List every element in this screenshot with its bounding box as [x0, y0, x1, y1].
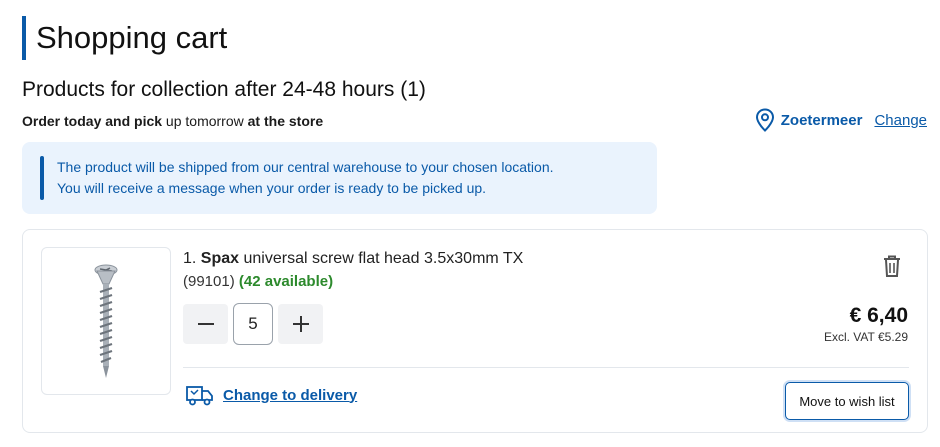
- change-store-link[interactable]: Change: [874, 112, 927, 129]
- item-price: € 6,40: [849, 304, 908, 327]
- move-to-wish-list-button[interactable]: Move to wish list: [785, 382, 909, 420]
- quantity-input[interactable]: 5: [233, 303, 273, 345]
- page-title: Shopping cart: [22, 16, 227, 60]
- info-line-1: The product will be shipped from our cen…: [57, 159, 554, 175]
- price-excl-vat: Excl. VAT €5.29: [823, 330, 908, 344]
- info-message: The product will be shipped from our cen…: [22, 142, 657, 214]
- pickup-text-bold-2: at the store: [247, 113, 324, 129]
- change-to-delivery[interactable]: Change to delivery: [185, 383, 357, 407]
- pickup-info: Order today and pick up tomorrow at the …: [22, 112, 323, 130]
- quantity-stepper: 5: [183, 303, 323, 345]
- location-pin-icon: [755, 108, 774, 132]
- change-to-delivery-link[interactable]: Change to delivery: [223, 387, 357, 404]
- cart-item-card: 1. Spax universal screw flat head 3.5x30…: [22, 229, 928, 433]
- minus-icon: [197, 323, 214, 325]
- trash-icon[interactable]: [881, 254, 903, 278]
- pickup-text-normal: up tomorrow: [162, 113, 248, 129]
- product-name: universal screw flat head 3.5x30mm TX: [239, 250, 524, 267]
- product-title[interactable]: 1. Spax universal screw flat head 3.5x30…: [183, 248, 523, 270]
- pickup-text-bold-1: Order today and pick: [22, 113, 163, 129]
- info-line-2: You will receive a message when your ord…: [57, 180, 487, 196]
- availability-status: (42 available): [238, 273, 334, 290]
- decrease-quantity-button[interactable]: [183, 304, 228, 344]
- item-index: 1.: [183, 250, 197, 267]
- info-accent-bar: [40, 156, 44, 200]
- product-meta: (99101) (42 available): [183, 271, 333, 293]
- increase-quantity-button[interactable]: [278, 304, 323, 344]
- truck-icon: [186, 386, 213, 406]
- article-number: (99101): [183, 273, 235, 290]
- product-brand: Spax: [200, 250, 240, 267]
- store-name: Zoetermeer: [780, 111, 863, 129]
- store-selector: Zoetermeer Change: [755, 108, 927, 132]
- section-heading: Products for collection after 24-48 hour…: [22, 78, 426, 101]
- divider: [183, 367, 909, 368]
- product-image[interactable]: [41, 247, 171, 395]
- plus-icon: [292, 316, 309, 332]
- info-text: The product will be shipped from our cen…: [57, 157, 554, 199]
- screw-image: [94, 264, 118, 378]
